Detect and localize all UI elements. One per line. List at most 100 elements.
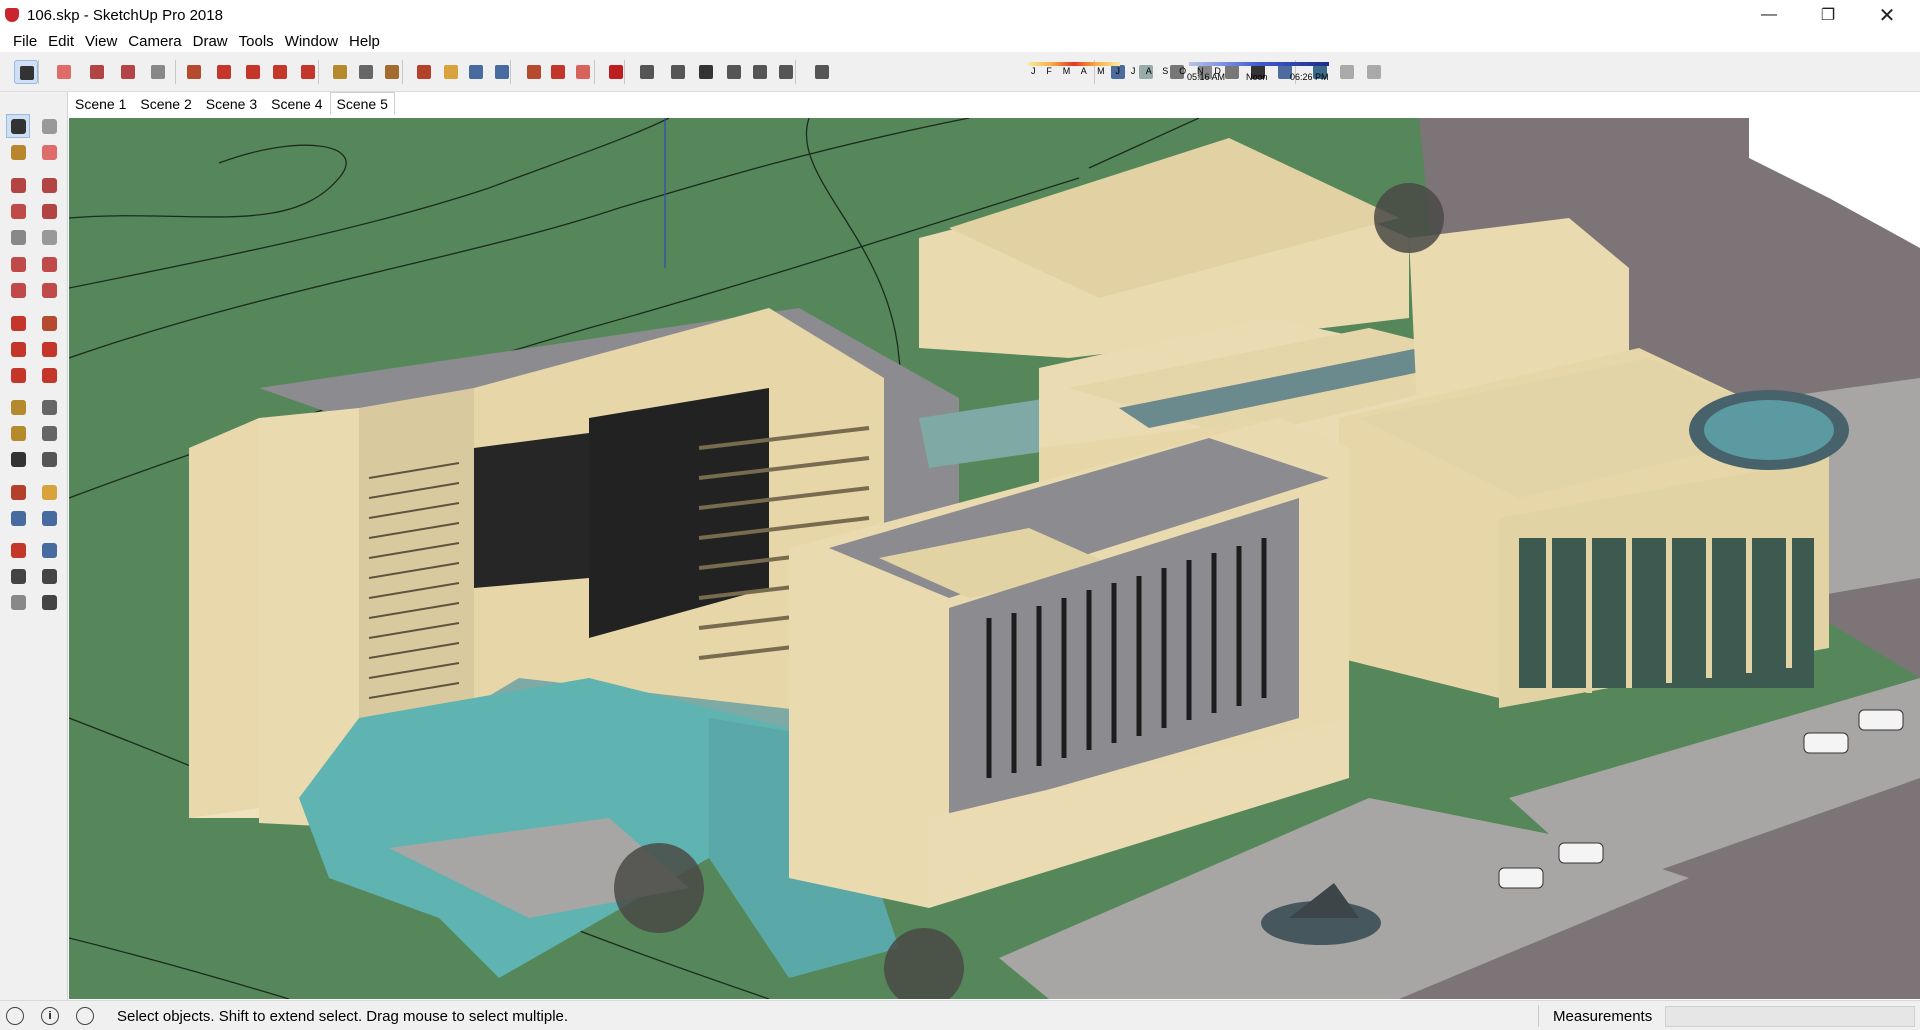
scene-tab-2[interactable]: Scene 2 — [133, 92, 198, 115]
toolbar-separator — [175, 60, 176, 84]
axes-icon[interactable] — [6, 447, 30, 471]
scene-tab-3[interactable]: Scene 3 — [199, 92, 264, 115]
main-toolbar — [0, 52, 1920, 92]
shadow-time-end: 06:26 PM — [1290, 72, 1329, 82]
measurements-input[interactable] — [1665, 1006, 1915, 1027]
close-button[interactable]: ✕ — [1864, 0, 1910, 30]
protractor-icon[interactable] — [6, 421, 30, 445]
3d-text-icon[interactable] — [37, 447, 61, 471]
layout-icon[interactable] — [571, 60, 595, 84]
scene-tab-1[interactable]: Scene 1 — [68, 92, 133, 115]
section-display-icon[interactable] — [1335, 60, 1359, 84]
circle-icon[interactable] — [6, 225, 30, 249]
menu-help[interactable]: Help — [344, 33, 386, 50]
menu-file[interactable]: File — [8, 33, 43, 50]
polygon-icon[interactable] — [37, 225, 61, 249]
rotated-rectangle-icon[interactable] — [37, 199, 61, 223]
menu-draw[interactable]: Draw — [188, 33, 234, 50]
move-icon[interactable] — [241, 60, 265, 84]
arc-icon[interactable] — [6, 252, 30, 276]
menu-view[interactable]: View — [80, 33, 123, 50]
status-divider — [1538, 1005, 1539, 1027]
minimize-button[interactable]: — — [1746, 0, 1792, 30]
scene-tab-5[interactable]: Scene 5 — [329, 92, 395, 115]
make-component-icon[interactable] — [37, 114, 61, 138]
sketchup-app-icon[interactable] — [5, 8, 19, 22]
scene-tab-4[interactable]: Scene 4 — [264, 92, 329, 115]
menu-edit[interactable]: Edit — [43, 33, 80, 50]
model-scene — [69, 118, 1920, 999]
shadow-time-noon: Noon — [1246, 72, 1268, 82]
geo-location-icon[interactable] — [6, 1007, 24, 1025]
model-viewport[interactable] — [69, 118, 1920, 999]
zoom-icon[interactable] — [6, 506, 30, 530]
window-title: 106.skp - SketchUp Pro 2018 — [27, 6, 223, 24]
dimension-icon[interactable] — [37, 395, 61, 419]
push-pull-icon[interactable] — [37, 311, 61, 335]
select-icon[interactable] — [14, 60, 38, 84]
text-icon[interactable] — [37, 421, 61, 445]
maximize-button[interactable]: ❐ — [1805, 0, 1851, 30]
section-cut-icon[interactable] — [1362, 60, 1386, 84]
pie-icon[interactable] — [37, 278, 61, 302]
paint-bucket-icon[interactable] — [6, 140, 30, 164]
shadow-time-gradient[interactable] — [1189, 62, 1329, 66]
eraser-icon[interactable] — [37, 140, 61, 164]
orbit-icon[interactable] — [6, 480, 30, 504]
pan-icon[interactable] — [37, 480, 61, 504]
scale-icon[interactable] — [6, 363, 30, 387]
title-bar: 106.skp - SketchUp Pro 2018 — ❐ ✕ — [0, 0, 1920, 30]
back-view-icon[interactable] — [748, 60, 772, 84]
toolbar-separator — [318, 60, 319, 84]
select-icon[interactable] — [6, 114, 30, 138]
follow-me-icon[interactable] — [37, 337, 61, 361]
pan-icon[interactable] — [439, 60, 463, 84]
menu-window[interactable]: Window — [280, 33, 344, 50]
toolbar-separator — [624, 60, 625, 84]
rectangle-icon[interactable] — [6, 199, 30, 223]
scale-icon[interactable] — [296, 60, 320, 84]
pencil-icon[interactable] — [85, 60, 109, 84]
freehand-icon[interactable] — [37, 173, 61, 197]
previous-view-icon[interactable] — [37, 538, 61, 562]
text-icon[interactable] — [354, 60, 378, 84]
toolbar-separator — [795, 60, 796, 84]
menu-tools[interactable]: Tools — [234, 33, 280, 50]
rotate-icon[interactable] — [6, 337, 30, 361]
zoom-window-icon[interactable] — [37, 506, 61, 530]
tape-measure-icon[interactable] — [6, 395, 30, 419]
eraser-icon[interactable] — [52, 60, 76, 84]
shadows-toggle-icon[interactable] — [810, 60, 834, 84]
orbit-icon[interactable] — [412, 60, 436, 84]
info-icon[interactable]: i — [41, 1007, 59, 1025]
iso-view-icon[interactable] — [635, 60, 659, 84]
rectangle-icon[interactable] — [146, 60, 170, 84]
look-around-icon[interactable] — [37, 564, 61, 588]
tape-measure-icon[interactable] — [328, 60, 352, 84]
warehouse-icon[interactable] — [522, 60, 546, 84]
status-hint: Select objects. Shift to extend select. … — [117, 1008, 569, 1025]
walk-icon[interactable] — [6, 590, 30, 614]
position-camera-icon[interactable] — [6, 564, 30, 588]
follow-me-icon[interactable] — [212, 60, 236, 84]
arc-icon[interactable] — [116, 60, 140, 84]
extension-warehouse-icon[interactable] — [546, 60, 570, 84]
menu-bar: File Edit View Camera Draw Tools Window … — [0, 30, 1920, 52]
line-icon[interactable] — [6, 173, 30, 197]
2pt-arc-icon[interactable] — [37, 252, 61, 276]
top-view-icon[interactable] — [666, 60, 690, 84]
front-view-icon[interactable] — [694, 60, 718, 84]
push-pull-icon[interactable] — [182, 60, 206, 84]
rotate-icon[interactable] — [268, 60, 292, 84]
paint-bucket-icon[interactable] — [380, 60, 404, 84]
zoom-extents-icon[interactable] — [6, 538, 30, 562]
toolbar-separator — [510, 60, 511, 84]
menu-camera[interactable]: Camera — [123, 33, 187, 50]
zoom-icon[interactable] — [464, 60, 488, 84]
move-icon[interactable] — [6, 311, 30, 335]
right-view-icon[interactable] — [722, 60, 746, 84]
section-plane-icon[interactable] — [37, 590, 61, 614]
offset-icon[interactable] — [37, 363, 61, 387]
3pt-arc-icon[interactable] — [6, 278, 30, 302]
user-account-icon[interactable] — [76, 1007, 94, 1025]
